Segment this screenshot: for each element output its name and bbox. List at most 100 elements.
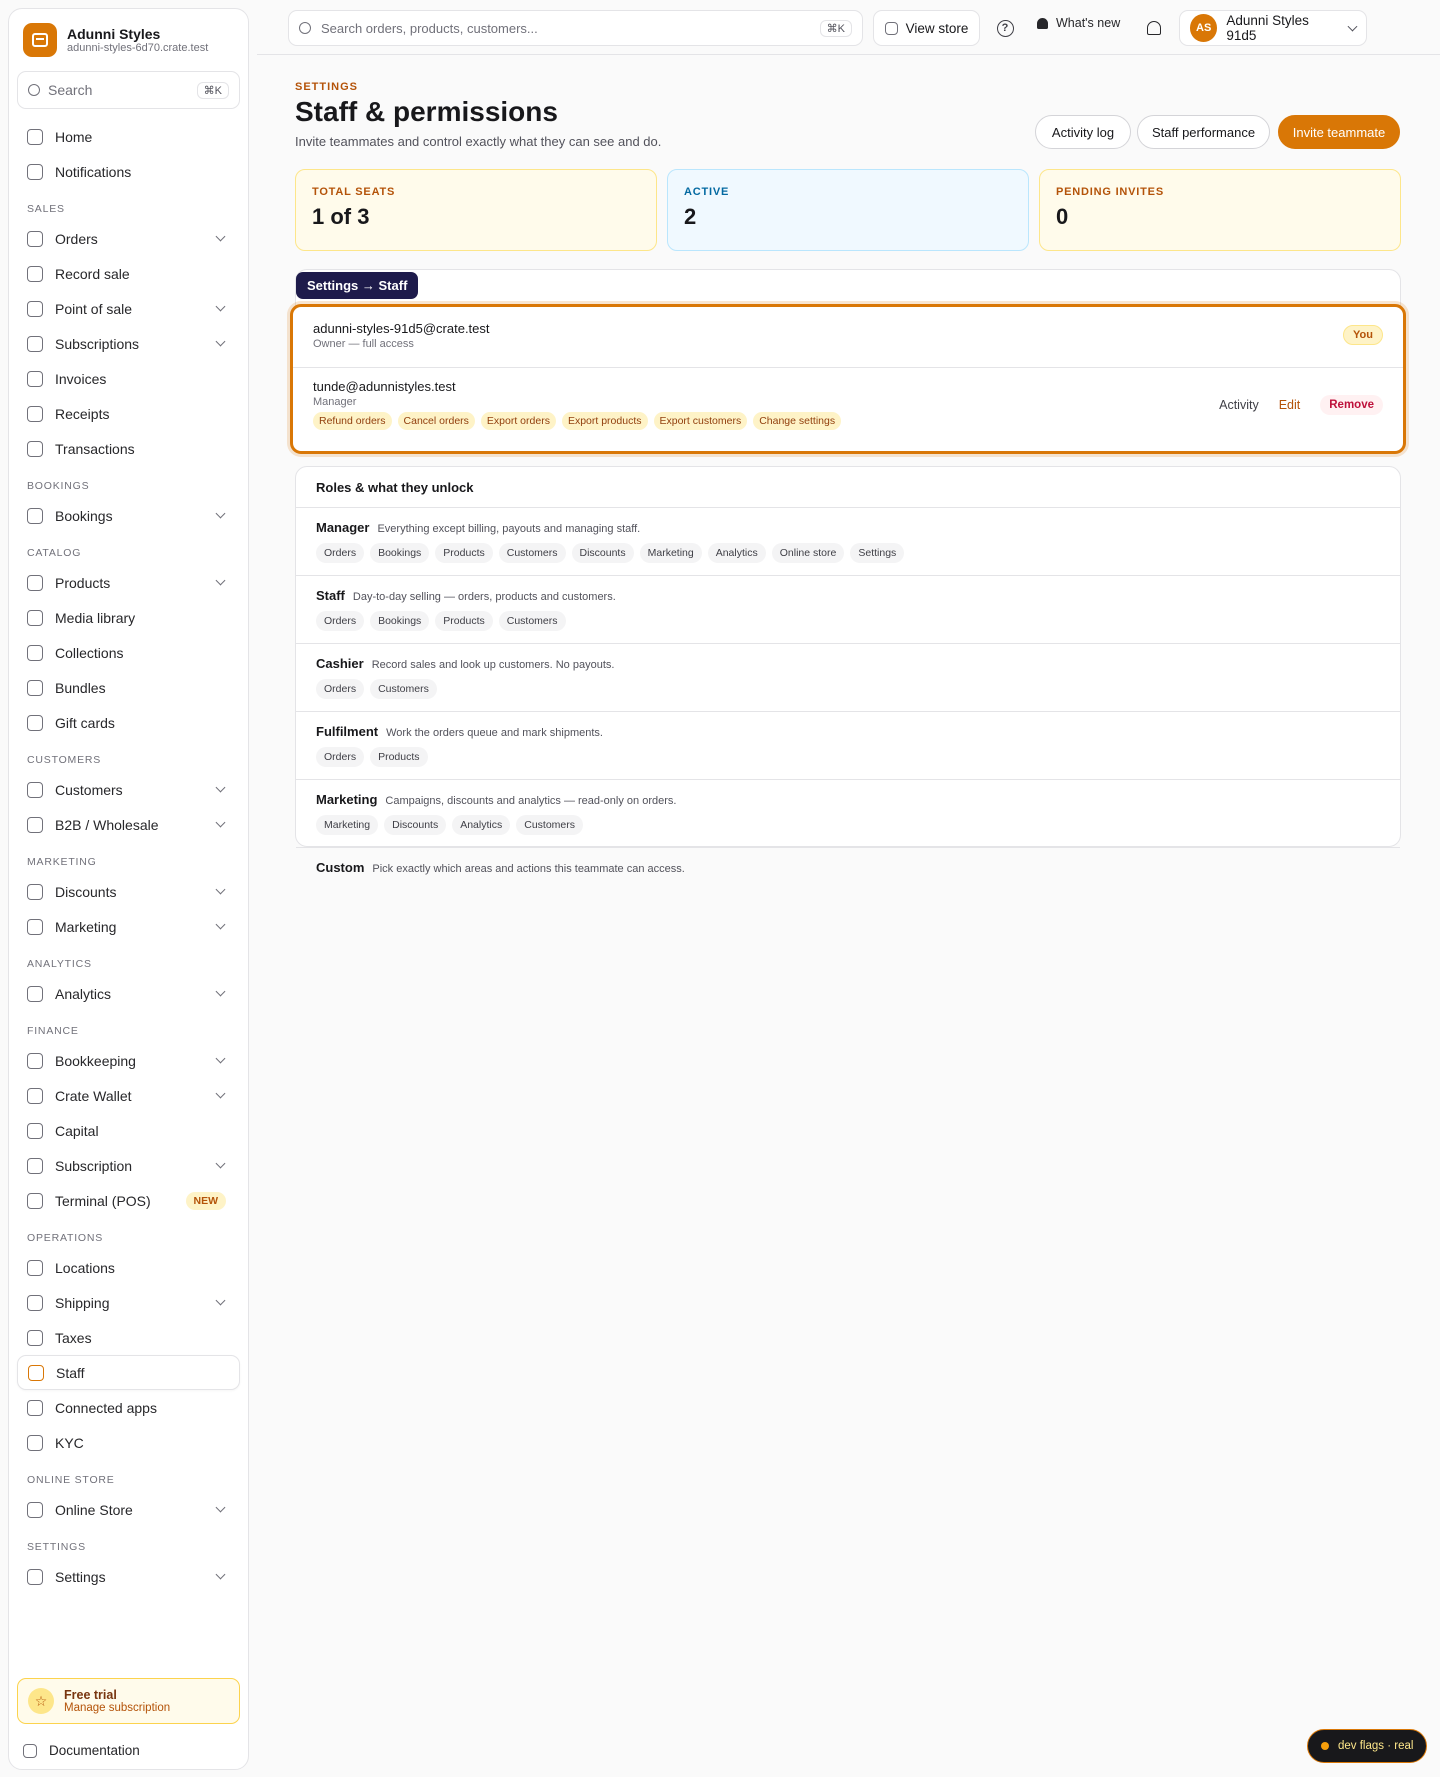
- sidebar-item-bundles[interactable]: Bundles: [17, 670, 240, 705]
- roles-heading: Roles & what they unlock: [296, 467, 1400, 508]
- role-area-chip: Analytics: [707, 543, 766, 563]
- chevron-down-icon[interactable]: [215, 782, 226, 793]
- sidebar-item-discounts[interactable]: Discounts: [17, 874, 240, 909]
- role-description: Work the orders queue and mark shipments…: [386, 727, 603, 739]
- sidebar-item-home[interactable]: Home: [17, 119, 240, 154]
- trial-title: Free trial: [64, 1688, 117, 1702]
- sidebar-item-analytics[interactable]: Analytics: [17, 976, 240, 1011]
- chevron-down-icon[interactable]: [215, 919, 226, 930]
- chevron-down-icon[interactable]: [215, 336, 226, 347]
- account-menu[interactable]: AS Adunni Styles 91d5: [1179, 10, 1367, 46]
- chevron-down-icon[interactable]: [215, 1158, 226, 1169]
- sidebar-item-bookings[interactable]: Bookings: [17, 498, 240, 533]
- chevron-down-icon[interactable]: [215, 1053, 226, 1064]
- sidebar-item-crate-wallet[interactable]: Crate Wallet: [17, 1078, 240, 1113]
- search-icon: [28, 84, 40, 96]
- chevron-down-icon[interactable]: [215, 986, 226, 997]
- sidebar-item-b2b-wholesale[interactable]: B2B / Wholesale: [17, 807, 240, 842]
- chevron-down-icon[interactable]: [215, 508, 226, 519]
- role-area-chips: Orders Bookings Products Customers Discounts…: [316, 543, 1380, 563]
- sidebar-item-collections[interactable]: Collections: [17, 635, 240, 670]
- stat-value: 2: [684, 204, 697, 229]
- member-row-owner: adunni-styles-91d5@crate.test Owner — fu…: [313, 321, 1383, 350]
- role-area-chip: Orders: [316, 611, 365, 631]
- dev-flags-pill[interactable]: dev flags · real: [1307, 1729, 1428, 1763]
- sidebar-item-gift-cards[interactable]: Gift cards: [17, 705, 240, 740]
- role-area-chip: Discounts: [384, 815, 447, 835]
- sidebar-item-capital[interactable]: Capital: [17, 1113, 240, 1148]
- sidebar-item-shipping[interactable]: Shipping: [17, 1285, 240, 1320]
- sidebar-item-label: Point of sale: [55, 300, 133, 317]
- chevron-down-icon: [1347, 21, 1358, 31]
- permission-chip: Export products: [561, 412, 648, 430]
- member-remove-button[interactable]: Remove: [1320, 395, 1383, 415]
- chevron-down-icon[interactable]: [215, 301, 226, 312]
- sidebar-group-operations: OPERATIONS: [27, 1232, 104, 1244]
- whats-new-button[interactable]: What's new: [1037, 16, 1120, 30]
- member-activity-button[interactable]: Activity: [1219, 398, 1259, 412]
- member-edit-button[interactable]: Edit: [1279, 398, 1301, 412]
- free-trial-card[interactable]: ☆ Free trial Manage subscription: [17, 1678, 240, 1724]
- sidebar-item-point-of-sale[interactable]: Point of sale: [17, 291, 240, 326]
- sidebar-item-transactions[interactable]: Transactions: [17, 431, 240, 466]
- role-area-chips: Orders Customers: [316, 679, 1380, 699]
- role-area-chips: Marketing Discounts Analytics Customers: [316, 815, 1380, 835]
- locations-icon: [27, 1259, 43, 1276]
- sidebar-group-customers: CUSTOMERS: [27, 754, 102, 766]
- sidebar-item-label: Crate Wallet: [55, 1087, 132, 1104]
- sidebar-item-taxes[interactable]: Taxes: [17, 1320, 240, 1355]
- role-row-fulfilment: Fulfilment Work the orders queue and mark…: [296, 712, 1400, 780]
- staff-performance-button[interactable]: Staff performance: [1137, 115, 1270, 149]
- sidebar-search[interactable]: Search ⌘K: [17, 71, 240, 109]
- sidebar-item-staff[interactable]: Staff: [17, 1355, 240, 1390]
- sidebar-item-products[interactable]: Products: [17, 565, 240, 600]
- sidebar-item-subscriptions[interactable]: Subscriptions: [17, 326, 240, 361]
- sidebar-item-kyc[interactable]: KYC: [17, 1425, 240, 1460]
- bell-icon: [1147, 21, 1161, 35]
- chevron-down-icon[interactable]: [215, 575, 226, 586]
- sidebar-item-media-library[interactable]: Media library: [17, 600, 240, 635]
- sidebar-item-receipts[interactable]: Receipts: [17, 396, 240, 431]
- sidebar-item-notifications[interactable]: Notifications: [17, 154, 240, 189]
- online-store-icon: [27, 1501, 43, 1518]
- breadcrumb-tooltip: Settings → Staff: [296, 272, 419, 299]
- sidebar-item-customers[interactable]: Customers: [17, 772, 240, 807]
- sidebar-item-marketing[interactable]: Marketing: [17, 909, 240, 944]
- chevron-down-icon[interactable]: [215, 1569, 226, 1580]
- chevron-down-icon[interactable]: [215, 231, 226, 242]
- manage-subscription-link[interactable]: Manage subscription: [64, 1702, 170, 1714]
- settings-icon: [27, 1568, 43, 1585]
- bell-filled-icon: [1037, 17, 1048, 29]
- global-search[interactable]: Search orders, products, customers... ⌘K: [288, 10, 863, 46]
- brand[interactable]: Adunni Styles adunni-styles-6d70.crate.t…: [17, 23, 240, 69]
- sidebar-item-settings[interactable]: Settings: [17, 1559, 240, 1594]
- notifications-button[interactable]: [1143, 17, 1165, 39]
- sidebar-item-online-store[interactable]: Online Store: [17, 1492, 240, 1527]
- chevron-down-icon[interactable]: [215, 1088, 226, 1099]
- chevron-down-icon[interactable]: [215, 1502, 226, 1513]
- sidebar-item-invoices[interactable]: Invoices: [17, 361, 240, 396]
- role-area-chips: Orders Bookings Products Customers: [316, 611, 1380, 631]
- sidebar-item-bookkeeping[interactable]: Bookkeeping: [17, 1043, 240, 1078]
- sidebar-item-connected-apps[interactable]: Connected apps: [17, 1390, 240, 1425]
- sidebar-item-record-sale[interactable]: Record sale: [17, 256, 240, 291]
- sidebar-item-subscription[interactable]: Subscription: [17, 1148, 240, 1183]
- chevron-down-icon[interactable]: [215, 817, 226, 828]
- sidebar-item-terminal-pos[interactable]: Terminal (POS) NEW: [17, 1183, 240, 1218]
- sidebar-nav: Home Notifications SALES Orders Record sale P…: [17, 119, 240, 1594]
- sidebar-item-locations[interactable]: Locations: [17, 1250, 240, 1285]
- role-area-chip: Bookings: [370, 543, 430, 563]
- subscription-icon: [27, 1157, 43, 1174]
- role-row-cashier: Cashier Record sales and look up customer…: [296, 644, 1400, 712]
- chevron-down-icon[interactable]: [215, 1295, 226, 1306]
- global-search-placeholder: Search orders, products, customers...: [321, 20, 538, 36]
- invite-teammate-button[interactable]: Invite teammate: [1278, 115, 1400, 149]
- documentation-link[interactable]: Documentation: [23, 1743, 140, 1758]
- sidebar-item-orders[interactable]: Orders: [17, 221, 240, 256]
- view-store-button[interactable]: View store: [873, 10, 980, 46]
- role-description: Record sales and look up customers. No p…: [371, 659, 615, 671]
- connected-apps-icon: [27, 1399, 43, 1416]
- activity-log-button[interactable]: Activity log: [1035, 115, 1131, 149]
- help-button[interactable]: ?: [994, 17, 1016, 39]
- chevron-down-icon[interactable]: [215, 884, 226, 895]
